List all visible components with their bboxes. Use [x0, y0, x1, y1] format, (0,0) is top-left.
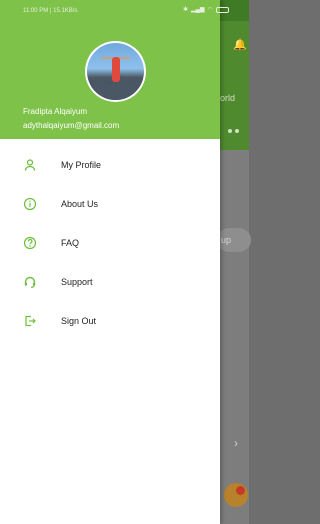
bell-icon: 🔔: [233, 39, 247, 51]
menu-label: My Profile: [61, 159, 102, 170]
status-bar: 11:00 PM | 15.1KB/s ✱ ▂▄▆ ◠: [0, 0, 249, 21]
menu-item-my-profile[interactable]: My Profile: [0, 145, 220, 184]
signal-icon: ▂▄▆: [191, 7, 205, 13]
menu-item-about-us[interactable]: About Us: [0, 184, 220, 223]
wifi-icon: ◠: [207, 7, 213, 13]
status-icons: ✱ ▂▄▆ ◠: [183, 6, 229, 13]
cart-badge: [236, 486, 245, 495]
drawer-menu: My Profile About Us FAQ Support Sign Out: [0, 145, 220, 340]
menu-label: FAQ: [61, 237, 80, 248]
menu-label: Support: [61, 276, 93, 287]
status-time-speed: 11:00 PM | 15.1KB/s: [23, 7, 78, 14]
avatar-person: [112, 57, 120, 82]
background-world-text: orld: [220, 93, 236, 103]
info-icon: [23, 197, 37, 211]
bluetooth-icon: ✱: [183, 7, 189, 13]
headset-icon: [23, 275, 37, 289]
battery-icon: [215, 6, 229, 13]
navigation-drawer: Fradipta Alqaiyum adythalqaiyum@gmail.co…: [0, 0, 220, 524]
menu-item-faq[interactable]: FAQ: [0, 223, 220, 262]
background-page-dots: [228, 129, 239, 133]
chevron-right-icon: ›: [234, 436, 238, 450]
avatar-photo: [87, 43, 144, 100]
menu-label: Sign Out: [61, 315, 97, 326]
menu-label: About Us: [61, 198, 99, 209]
logout-icon: [23, 314, 37, 328]
help-icon: [23, 236, 37, 250]
background-pill-button: up: [217, 228, 251, 252]
menu-item-sign-out[interactable]: Sign Out: [0, 301, 220, 340]
user-email: adythalqaiyum@gmail.com: [23, 121, 120, 130]
menu-item-support[interactable]: Support: [0, 262, 220, 301]
cart-icon: [224, 483, 248, 507]
user-name: Fradipta Alqaiyum: [23, 107, 88, 116]
avatar[interactable]: [85, 41, 146, 102]
person-icon: [23, 158, 37, 172]
